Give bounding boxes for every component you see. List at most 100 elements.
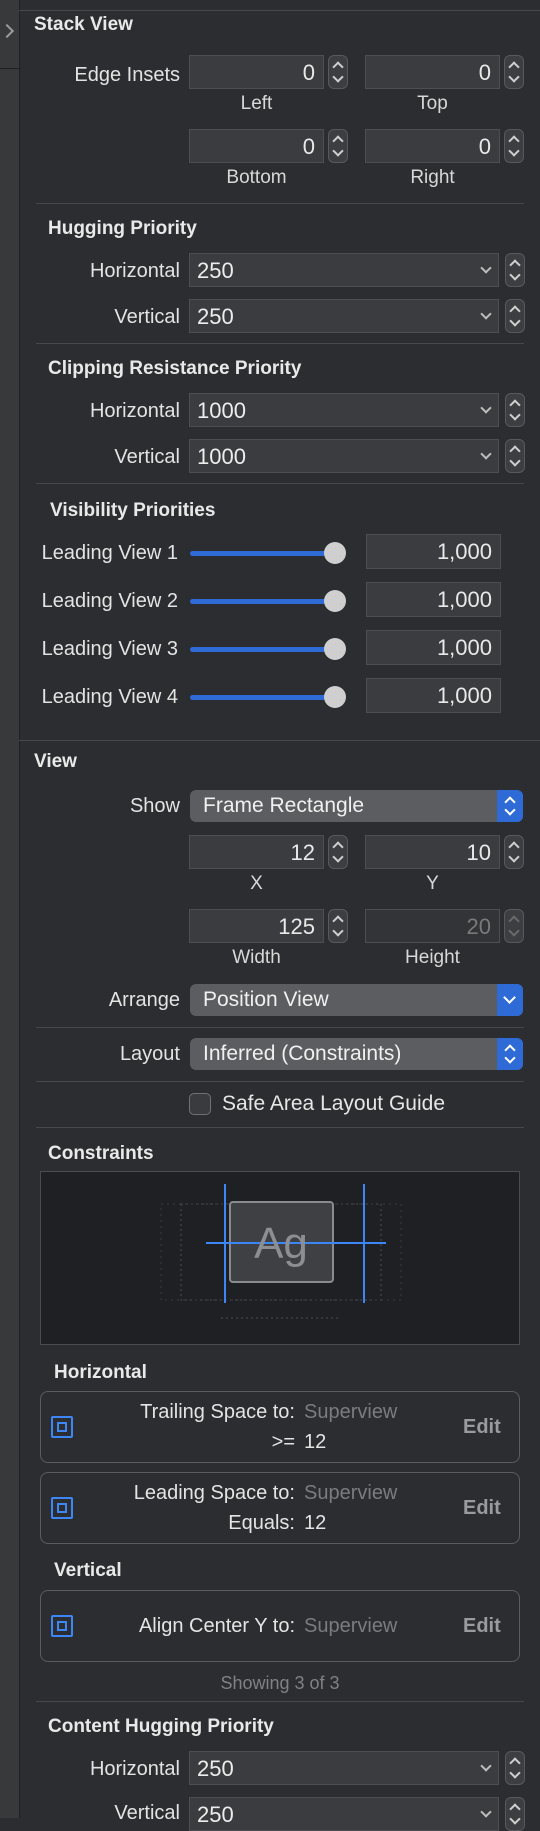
chevron-down-icon [497, 984, 523, 1016]
content-hugging-horizontal-label: Horizontal [89, 1758, 180, 1780]
constraint-trailing-space[interactable]: Trailing Space to: Superview >= 12 Edit [40, 1391, 520, 1463]
constraint-trailing-relation: >= [271, 1431, 295, 1453]
inset-left-label: Left [240, 93, 273, 114]
clipping-horizontal-stepper[interactable] [505, 393, 525, 427]
section-title-view: View [34, 751, 77, 772]
constraints-canvas: Ag [40, 1171, 520, 1345]
constraint-leading-edit-button[interactable]: Edit [463, 1497, 501, 1520]
arrange-popup[interactable]: Position View [190, 984, 523, 1016]
inset-bottom-field[interactable]: 0 [189, 129, 324, 163]
section-title-visibility: Visibility Priorities [50, 500, 216, 521]
inset-right-field[interactable]: 0 [365, 129, 500, 163]
constraint-trailing-edit-button[interactable]: Edit [463, 1416, 501, 1439]
clipping-vertical-label: Vertical [114, 446, 180, 468]
leading-constraint-icon [51, 1497, 73, 1519]
chevron-down-icon [480, 308, 492, 320]
chevron-down-icon [480, 1806, 492, 1818]
visibility-slider-3[interactable] [190, 637, 348, 661]
constraint-align-center-y[interactable]: Align Center Y to: Superview Edit [40, 1590, 520, 1662]
chevron-right-icon[interactable] [0, 23, 15, 39]
left-gutter [0, 0, 20, 1818]
clipping-horizontal-label: Horizontal [89, 400, 180, 422]
trailing-constraint-icon [51, 1416, 73, 1438]
center-y-constraint-icon [51, 1615, 73, 1637]
constraint-leading-space[interactable]: Leading Space to: Superview Equals: 12 E… [40, 1472, 520, 1544]
y-field[interactable]: 10 [365, 835, 500, 869]
visibility-slider-2[interactable] [190, 589, 348, 613]
visibility-label-4: Leading View 4 [41, 686, 178, 708]
inset-left-stepper[interactable] [328, 55, 348, 89]
y-stepper[interactable] [504, 835, 524, 869]
clipping-vertical-combo[interactable]: 1000 [189, 439, 499, 473]
slider-knob[interactable] [324, 686, 346, 708]
visibility-value-field-3[interactable]: 1,000 [366, 630, 501, 665]
constraint-centery-edit-button[interactable]: Edit [463, 1615, 501, 1638]
divider [36, 483, 524, 484]
constraints-horizontal-title: Horizontal [54, 1362, 147, 1383]
height-stepper [504, 909, 524, 943]
slider-knob[interactable] [324, 542, 346, 564]
safe-area-checkbox[interactable] [189, 1093, 211, 1115]
content-hugging-horizontal-combo[interactable]: 250 [189, 1751, 499, 1785]
section-title-constraints: Constraints [48, 1143, 154, 1164]
x-label: X [250, 873, 263, 894]
safe-area-label: Safe Area Layout Guide [222, 1092, 445, 1115]
slider-knob[interactable] [324, 638, 346, 660]
inset-bottom-stepper[interactable] [328, 129, 348, 163]
divider [0, 68, 19, 69]
hugging-horizontal-label: Horizontal [89, 260, 180, 282]
inset-left-field[interactable]: 0 [189, 55, 324, 89]
slider-track [190, 551, 338, 556]
show-popup[interactable]: Frame Rectangle [190, 790, 523, 822]
slider-track [190, 695, 338, 700]
layout-popup[interactable]: Inferred (Constraints) [190, 1038, 523, 1070]
x-stepper[interactable] [328, 835, 348, 869]
x-field[interactable]: 12 [189, 835, 324, 869]
divider [19, 740, 540, 741]
constraint-leading-target: Superview [304, 1482, 398, 1504]
hugging-vertical-stepper[interactable] [505, 299, 525, 333]
inset-top-field[interactable]: 0 [365, 55, 500, 89]
slider-track [190, 599, 338, 604]
visibility-value-field-4[interactable]: 1,000 [366, 678, 501, 713]
clipping-vertical-stepper[interactable] [505, 439, 525, 473]
divider [36, 1127, 524, 1128]
constraint-trailing-label: Trailing Space to: [140, 1401, 295, 1423]
divider [36, 203, 524, 204]
content-hugging-vertical-combo[interactable]: 250 [189, 1797, 499, 1831]
inset-right-stepper[interactable] [504, 129, 524, 163]
visibility-label-1: Leading View 1 [41, 542, 178, 564]
inset-top-label: Top [417, 93, 448, 114]
layout-label: Layout [119, 1043, 180, 1065]
width-field[interactable]: 125 [189, 909, 324, 943]
visibility-value-field-1[interactable]: 1,000 [366, 534, 501, 569]
chevron-down-icon [480, 1760, 492, 1772]
chevron-down-icon [480, 262, 492, 274]
constraint-trailing-target: Superview [304, 1401, 398, 1423]
chevron-down-icon [480, 448, 492, 460]
content-hugging-horizontal-stepper[interactable] [505, 1751, 525, 1785]
width-label: Width [232, 947, 281, 968]
hugging-horizontal-combo[interactable]: 250 [189, 253, 499, 287]
inset-top-stepper[interactable] [504, 55, 524, 89]
visibility-slider-4[interactable] [190, 685, 348, 709]
up-down-chevron-icon [497, 790, 523, 822]
hugging-horizontal-stepper[interactable] [505, 253, 525, 287]
edge-insets-label: Edge Insets [74, 64, 180, 86]
slider-knob[interactable] [324, 590, 346, 612]
width-stepper[interactable] [328, 909, 348, 943]
constraint-leading-relation: Equals: [228, 1512, 295, 1534]
visibility-slider-1[interactable] [190, 541, 348, 565]
hugging-vertical-combo[interactable]: 250 [189, 299, 499, 333]
visibility-label-3: Leading View 3 [41, 638, 178, 660]
constraints-diagram: Ag [160, 1184, 402, 1319]
clipping-horizontal-combo[interactable]: 1000 [189, 393, 499, 427]
visibility-value-field-2[interactable]: 1,000 [366, 582, 501, 617]
section-title-content-hugging: Content Hugging Priority [48, 1716, 274, 1737]
divider [19, 10, 540, 11]
show-label: Show [129, 795, 180, 817]
content-hugging-vertical-stepper[interactable] [505, 1797, 525, 1831]
preview-text: Ag [254, 1219, 308, 1268]
section-title-clipping: Clipping Resistance Priority [48, 358, 302, 379]
divider [36, 1081, 524, 1082]
